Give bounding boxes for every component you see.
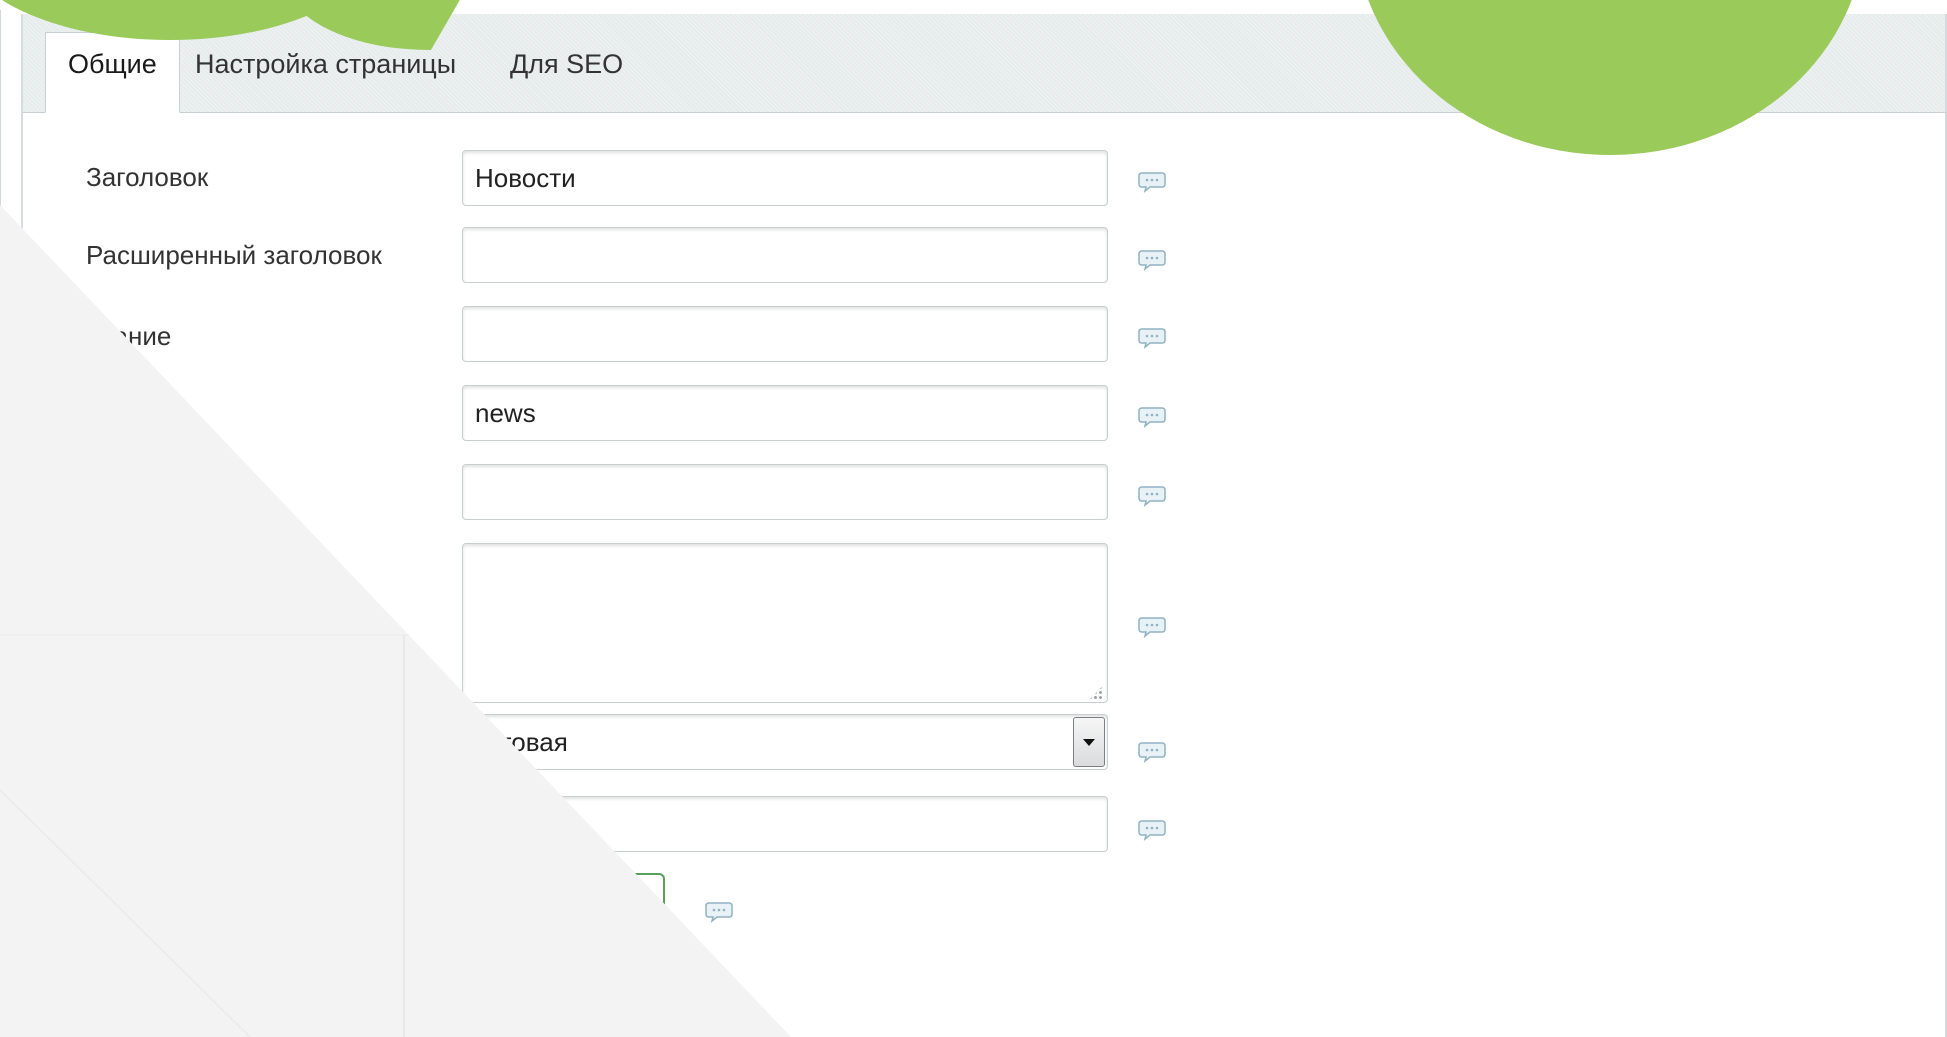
checkbox[interactable] xyxy=(590,873,665,913)
cms-edit-page: Общие Настройка страницы Для SEO Заголов… xyxy=(0,0,1947,1037)
hint-icon-extra[interactable] xyxy=(1138,819,1166,841)
tab-page-settings-label: Настройка страницы xyxy=(195,48,457,79)
extended-title-label: Расширенный заголовок xyxy=(86,240,382,270)
hint-icon-short-description[interactable] xyxy=(1138,616,1166,638)
short-description-textarea[interactable] xyxy=(462,543,1108,703)
hint-icon-symbolic-name[interactable] xyxy=(1138,406,1166,428)
description-label: исание xyxy=(86,321,172,351)
description-input[interactable] xyxy=(462,306,1108,362)
extra-input[interactable] xyxy=(462,796,1108,852)
tab-seo[interactable]: Для SEO xyxy=(510,32,623,112)
short-description-label: е) xyxy=(86,559,110,589)
hint-icon-link[interactable] xyxy=(1138,485,1166,507)
symbolic-name-label: им xyxy=(86,400,119,430)
tab-general[interactable]: Общие xyxy=(45,32,180,113)
page-type-value: кстовая xyxy=(475,726,568,757)
chevron-down-icon[interactable] xyxy=(1073,717,1105,767)
page-type-select[interactable]: кстовая xyxy=(462,714,1108,770)
link-input[interactable] xyxy=(462,464,1108,520)
hint-icon-extended-title[interactable] xyxy=(1138,249,1166,271)
hint-icon-title[interactable] xyxy=(1138,171,1166,193)
tab-general-label: Общие xyxy=(68,49,157,79)
extended-title-input[interactable] xyxy=(462,227,1108,283)
hint-icon-description[interactable] xyxy=(1138,327,1166,349)
hint-icon-checkbox[interactable] xyxy=(705,901,733,923)
title-label: Заголовок xyxy=(86,162,209,192)
hint-icon-page-type[interactable] xyxy=(1138,741,1166,763)
tab-seo-label: Для SEO xyxy=(510,48,624,79)
title-input[interactable] xyxy=(462,150,1108,206)
symbolic-name-input[interactable] xyxy=(462,385,1108,441)
link-label: лки xyxy=(86,480,128,510)
